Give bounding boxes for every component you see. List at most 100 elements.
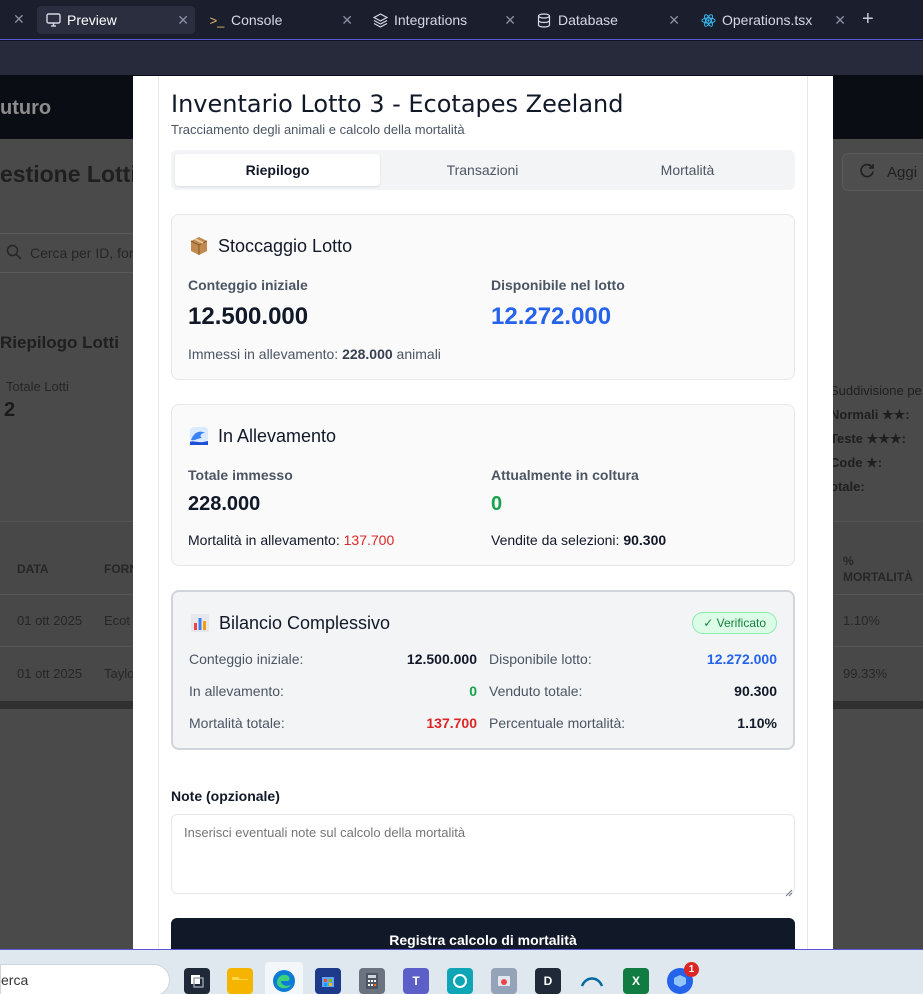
balance-value: 12.500.000 [406,651,477,667]
notification-badge: 1 [684,962,699,977]
tab-preview[interactable]: Preview ✕ [37,6,195,34]
balance-label: In allevamento: [189,683,284,699]
initial-count-value: 12.500.000 [188,303,309,330]
tab-operations[interactable]: Operations.tsx ✕ [692,6,852,34]
breakdown-list: Suddivisione pe Normali ★★: Teste ★★★: C… [830,379,922,499]
verified-badge: ✓ Verificato [692,612,777,634]
modal-tabs: Riepilogo Transazioni Mortalità [171,150,795,190]
note-value: 228.000 [342,346,393,362]
resize-handle-icon[interactable] [785,884,793,897]
table-cell: 01 ott 2025 [17,666,83,681]
tab-riepilogo[interactable]: Riepilogo [175,154,380,186]
tab-console[interactable]: >_ Console ✕ [201,6,359,34]
balance-value: 90.300 [734,683,777,699]
balance-label: Disponibile lotto: [489,651,592,667]
chart-icon [189,612,211,634]
edge-browser-icon[interactable] [271,968,297,994]
table-cell: Ecot [104,613,131,628]
note-prefix: Immessi in allevamento: [188,346,343,362]
package-icon [188,235,210,257]
breakdown-item: Normali ★★: [830,407,910,422]
mortality-value: 137.700 [343,532,395,548]
register-mortality-button[interactable]: Registra calcolo di mortalità [171,918,795,949]
tab-mortalita[interactable]: Mortalità [585,154,790,186]
close-icon[interactable]: ✕ [177,12,189,29]
balance-label: Percentuale mortalità: [489,715,626,731]
table-cell: 1.10% [843,613,880,628]
breakdown-item: Teste ★★★: [830,431,906,446]
breakdown-title: Suddivisione pe [830,383,922,398]
close-icon[interactable]: ✕ [668,12,680,29]
column-header: % [843,554,854,568]
store-icon[interactable] [315,968,341,994]
calculator-icon[interactable] [359,968,385,994]
refresh-icon [859,162,875,182]
database-icon [536,12,552,28]
search-placeholder: Cerca per ID, for [30,245,134,261]
sales-label: Vendite da selezioni: [491,532,624,548]
balance-card: Bilancio Complessivo ✓ Verificato Conteg… [171,590,795,750]
farming-card: In Allevamento Totale immesso 228.000 At… [171,404,795,566]
tab-label: Database [558,12,618,28]
placed-in-farming-note: Immessi in allevamento: 228.000 animali [188,346,441,362]
search-field[interactable]: Cerca per ID, for [0,233,140,273]
photos-app-icon[interactable] [491,968,517,994]
tab-label: Operations.tsx [722,12,813,28]
table-cell: 99.33% [843,666,888,681]
taskbar: erca T D X 1 [0,949,923,994]
terminal-icon: >_ [209,12,225,28]
currently-farming-label: Attualmente in coltura [491,467,639,483]
app-toolbar-strip [0,41,923,75]
close-icon[interactable]: ✕ [13,11,25,28]
excel-icon[interactable]: X [623,968,649,994]
new-tab-button[interactable]: + [862,9,874,29]
selection-sales: Vendite da selezioni: 90.300 [491,532,666,548]
app-d-icon[interactable]: D [535,968,561,994]
card-title: In Allevamento [218,425,337,446]
available-label: Disponibile nel lotto [491,277,625,293]
column-header: DATA [17,562,49,576]
table-cell: 01 ott 2025 [17,613,83,628]
currently-farming-value: 0 [491,493,503,515]
balance-value: 0 [469,683,477,699]
tab-integrations[interactable]: Integrations ✕ [364,6,522,34]
card-title: Stoccaggio Lotto [218,235,353,256]
file-explorer-icon[interactable] [227,968,253,994]
arc-app-icon[interactable] [579,968,605,994]
close-icon[interactable]: ✕ [504,12,516,29]
total-lots-label: Totale Lotti [6,379,69,394]
card-header: Stoccaggio Lotto [188,235,352,257]
brand-name: uturo [0,97,52,119]
available-value: 12.272.000 [491,303,612,330]
balance-value: 137.700 [426,715,477,731]
search-icon [6,244,22,263]
total-placed-value: 228.000 [188,493,261,515]
layers-icon [372,12,388,28]
close-icon[interactable]: ✕ [341,12,353,29]
chat-app-icon[interactable]: 1 [667,962,699,994]
task-view-icon[interactable] [184,968,210,994]
balance-label: Mortalità totale: [189,715,285,731]
teams-icon[interactable]: T [403,968,429,994]
breakdown-item: Code ★: [830,455,883,470]
farming-mortality: Mortalità in allevamento: 137.700 [188,532,394,548]
notes-textarea[interactable] [171,814,795,894]
close-icon[interactable]: ✕ [834,12,846,29]
page-title: estione Lotti [0,161,137,187]
refresh-label: Aggi [887,163,918,181]
refresh-button[interactable]: Aggi [842,153,923,191]
breakdown-item: otale: [830,479,865,494]
tab-transazioni[interactable]: Transazioni [380,154,585,186]
summary-title: Riepilogo Lotti [0,333,119,352]
card-header: Bilancio Complessivo [189,612,390,634]
balance-label: Conteggio iniziale: [189,651,304,667]
taskbar-search[interactable]: erca [0,964,170,994]
tab-label: Console [231,12,283,28]
modal-subtitle: Tracciamento degli animali e calcolo del… [171,122,465,137]
tab-database[interactable]: Database ✕ [528,6,686,34]
table-cell: Taylo [104,666,135,681]
wave-icon [188,425,210,447]
initial-count-label: Conteggio iniziale [188,277,308,293]
card-header: In Allevamento [188,425,336,447]
alexa-icon[interactable] [447,968,473,994]
